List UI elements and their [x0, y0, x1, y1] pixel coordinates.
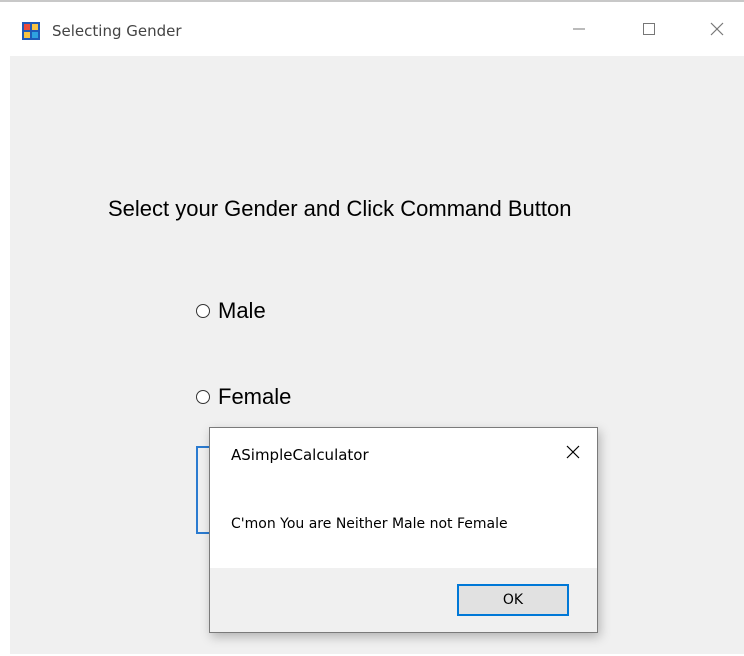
window-title: Selecting Gender	[52, 22, 182, 40]
dialog-footer: OK	[210, 568, 597, 632]
dialog-title: ASimpleCalculator	[231, 446, 369, 464]
dialog-close-button[interactable]	[561, 440, 585, 464]
form-heading: Select your Gender and Click Command But…	[108, 196, 572, 221]
window-edge	[0, 56, 10, 656]
minimize-button[interactable]	[556, 2, 602, 56]
close-button[interactable]	[694, 2, 740, 56]
maximize-icon	[643, 23, 655, 35]
dialog-message: C'mon You are Neither Male not Female	[231, 516, 508, 532]
radio-label-male: Male	[218, 298, 266, 323]
radio-female[interactable]: Female	[196, 384, 291, 410]
radio-label-female: Female	[218, 384, 292, 409]
radio-circle[interactable]	[196, 304, 210, 318]
message-box: ASimpleCalculator C'mon You are Neither …	[209, 427, 598, 633]
title-bar[interactable]: Selecting Gender	[0, 2, 744, 56]
maximize-button[interactable]	[626, 2, 672, 56]
close-icon	[566, 445, 580, 459]
ok-button[interactable]: OK	[457, 584, 569, 616]
radio-circle[interactable]	[196, 390, 210, 404]
app-icon	[22, 22, 40, 40]
minimize-icon	[573, 28, 585, 30]
close-icon	[710, 22, 724, 36]
radio-male[interactable]: Male	[196, 298, 266, 324]
